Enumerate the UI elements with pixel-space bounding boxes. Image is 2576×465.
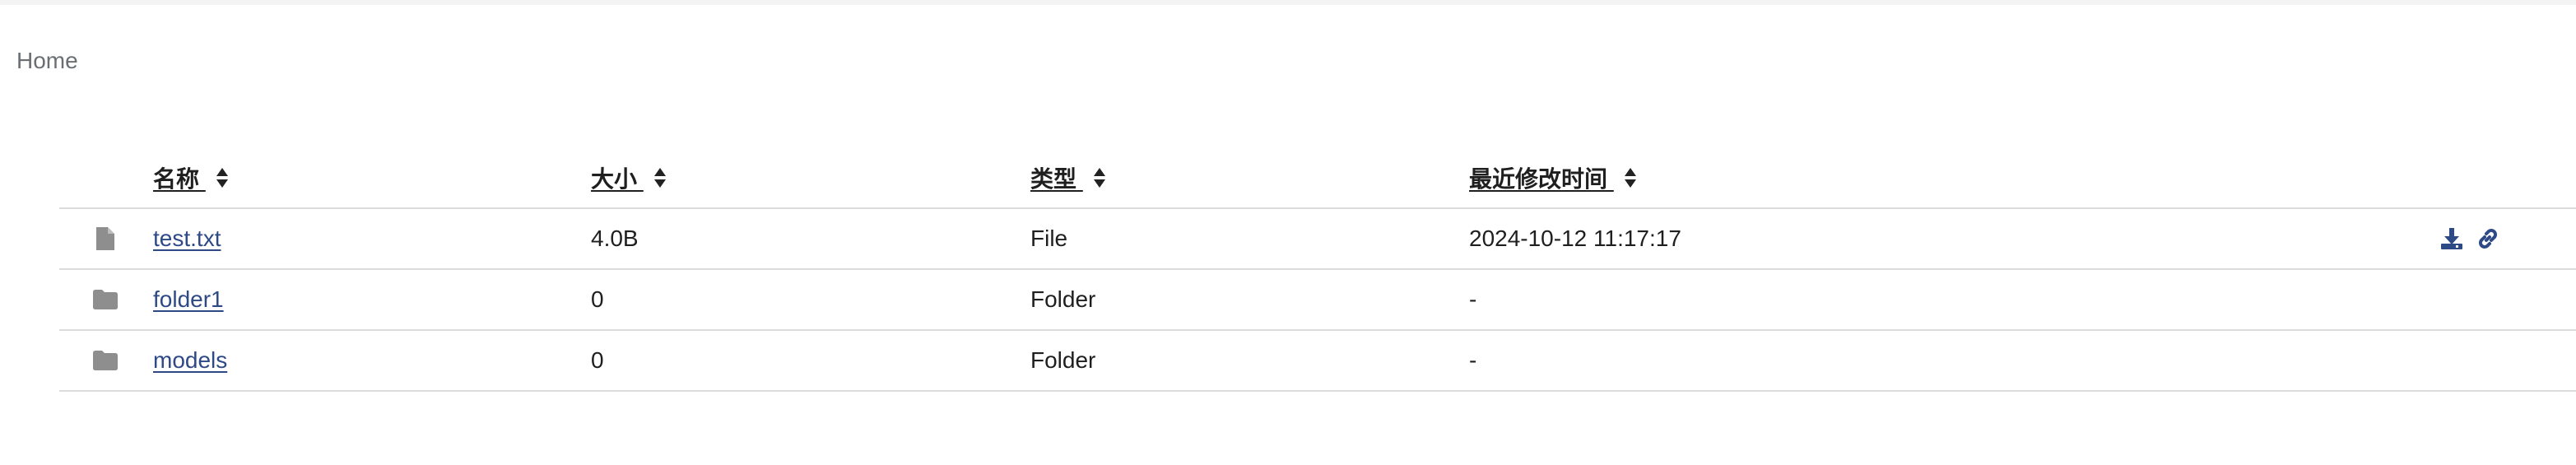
folder-name-link[interactable]: models	[153, 347, 227, 374]
link-icon	[2479, 229, 2497, 249]
row-date-cell: -	[1469, 331, 2210, 390]
header-modified[interactable]: 最近修改时间	[1469, 148, 2210, 207]
table-row: test.txt 4.0B File 2024-10-12 11:17:17	[59, 209, 2576, 270]
folder-size: 0	[591, 347, 604, 373]
file-type: File	[1030, 226, 1068, 251]
sort-icon[interactable]	[1093, 167, 1106, 188]
folder-modified: -	[1469, 347, 1477, 373]
folder-size: 0	[591, 286, 604, 312]
header-size[interactable]: 大小	[591, 148, 1019, 207]
file-size: 4.0B	[591, 226, 639, 251]
header-size-label[interactable]: 大小	[591, 161, 644, 194]
header-modified-label[interactable]: 最近修改时间	[1469, 161, 1614, 194]
row-size-cell: 4.0B	[591, 209, 1019, 268]
row-type-cell: File	[1030, 209, 1458, 268]
folder-icon	[93, 290, 118, 309]
row-type-cell: Folder	[1030, 270, 1458, 329]
header-type[interactable]: 类型	[1030, 148, 1458, 207]
header-name-label[interactable]: 名称	[153, 161, 206, 194]
folder-icon	[93, 351, 118, 370]
file-name-link[interactable]: test.txt	[153, 226, 221, 252]
file-modified: 2024-10-12 11:17:17	[1469, 226, 1681, 251]
row-size-cell: 0	[591, 331, 1019, 390]
folder-type: Folder	[1030, 347, 1096, 373]
row-name-cell: test.txt	[153, 209, 581, 268]
folder-modified: -	[1469, 286, 1477, 312]
row-icon-cell	[59, 209, 151, 268]
sort-icon[interactable]	[1624, 167, 1637, 188]
row-size-cell: 0	[591, 270, 1019, 329]
header-name[interactable]: 名称	[153, 148, 581, 207]
row-date-cell: 2024-10-12 11:17:17	[1469, 209, 2210, 268]
table-row: models 0 Folder -	[59, 331, 2576, 392]
header-type-label[interactable]: 类型	[1030, 161, 1083, 194]
row-name-cell: models	[153, 331, 581, 390]
table-header: 名称 大小 类型 最近修改时间	[59, 148, 2576, 209]
copy-link-button[interactable]	[2474, 225, 2502, 253]
download-button[interactable]	[2438, 225, 2466, 253]
download-icon	[2441, 228, 2462, 249]
file-icon	[96, 227, 114, 250]
row-icon-cell	[59, 331, 151, 390]
folder-name-link[interactable]: folder1	[153, 286, 224, 313]
folder-type: Folder	[1030, 286, 1096, 312]
header-icon-cell	[59, 148, 151, 207]
row-name-cell: folder1	[153, 270, 581, 329]
row-actions-cell	[2438, 209, 2569, 268]
top-bar	[0, 0, 2576, 5]
breadcrumb: Home	[16, 48, 78, 74]
table-row: folder1 0 Folder -	[59, 270, 2576, 331]
breadcrumb-home[interactable]: Home	[16, 48, 78, 73]
sort-icon[interactable]	[216, 167, 229, 188]
row-date-cell: -	[1469, 270, 2210, 329]
file-table: 名称 大小 类型 最近修改时间 test.txt 4.0B File 2024-…	[59, 148, 2576, 392]
row-icon-cell	[59, 270, 151, 329]
sort-icon[interactable]	[653, 167, 667, 188]
row-type-cell: Folder	[1030, 331, 1458, 390]
